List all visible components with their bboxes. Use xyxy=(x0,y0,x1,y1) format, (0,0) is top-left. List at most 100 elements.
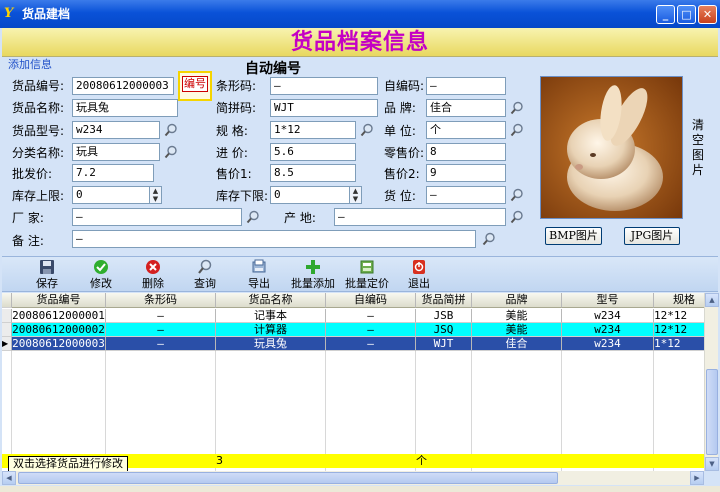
origin-label: 产 地: xyxy=(284,211,316,225)
unit-search-icon[interactable] xyxy=(510,123,524,137)
spec-search-icon[interactable] xyxy=(360,123,374,137)
close-button[interactable]: ✕ xyxy=(698,5,717,24)
wholesale-price-input[interactable]: 7.2 xyxy=(72,164,154,182)
save-button[interactable]: 保存 xyxy=(32,259,62,290)
modify-button[interactable]: 修改 xyxy=(86,259,116,290)
footer-unit: 个 xyxy=(416,454,427,467)
vertical-scrollbar[interactable]: ▲ ▼ xyxy=(704,293,719,471)
vendor-search-icon[interactable] xyxy=(246,210,260,224)
brand-input[interactable]: 佳合 xyxy=(426,99,506,117)
maximize-button[interactable]: □ xyxy=(677,5,696,24)
stock-min-input[interactable]: 0 xyxy=(270,186,350,204)
minimize-button[interactable]: _ xyxy=(656,5,675,24)
table-row[interactable]: 20080612000001 — 记事本 — JSB 美能 w234 12*12 xyxy=(2,309,704,323)
stock-min-stepper[interactable]: ▲ ▼ xyxy=(349,186,362,204)
column-header[interactable]: 型号 xyxy=(562,293,654,308)
row-selector[interactable] xyxy=(2,309,12,323)
tooltip: 双击选择货品进行修改 xyxy=(8,456,128,472)
exit-button[interactable]: 退出 xyxy=(404,259,434,290)
query-button[interactable]: 查询 xyxy=(190,259,220,290)
selfcode-input[interactable]: — xyxy=(426,77,506,95)
batch-price-button[interactable]: 批量定价 xyxy=(342,259,392,290)
vendor-input[interactable]: — xyxy=(72,208,242,226)
scroll-up-icon[interactable]: ▲ xyxy=(705,293,719,307)
add-info-link[interactable]: 添加信息 xyxy=(8,58,52,72)
window-title: 货品建档 xyxy=(22,7,71,21)
spec-label: 规 格: xyxy=(216,124,248,138)
scroll-left-icon[interactable]: ◀ xyxy=(2,471,16,485)
delete-button[interactable]: 删除 xyxy=(138,259,168,290)
origin-input[interactable]: — xyxy=(334,208,506,226)
grid-line xyxy=(11,351,12,471)
shelf-label: 货 位: xyxy=(384,189,416,203)
column-header[interactable]: 货品简拼 xyxy=(416,293,472,308)
origin-search-icon[interactable] xyxy=(510,210,524,224)
scroll-down-icon[interactable]: ▼ xyxy=(705,457,719,471)
table-cell: 记事本 xyxy=(216,309,326,323)
table-cell: w234 xyxy=(562,323,654,337)
code-input[interactable]: 20080612000003 xyxy=(72,77,174,95)
grid-line xyxy=(471,351,472,471)
row-selector[interactable]: ▶ xyxy=(2,337,12,351)
column-header[interactable]: 条形码 xyxy=(106,293,216,308)
table-cell: — xyxy=(106,337,216,351)
table-cell: — xyxy=(326,337,416,351)
auto-code-label: 自动编号 xyxy=(245,61,301,77)
export-button[interactable]: 导出 xyxy=(244,259,274,290)
table-cell: JSB xyxy=(416,309,472,323)
goods-table[interactable]: 货品编号 条形码 货品名称 自编码 货品简拼 品牌 型号 规格 20080612… xyxy=(2,293,704,471)
title-bar[interactable]: 𝒀 货品建档 _ □ ✕ xyxy=(0,0,720,28)
delete-label: 删除 xyxy=(142,277,164,290)
column-header[interactable]: 品牌 xyxy=(472,293,562,308)
table-cell: JSQ xyxy=(416,323,472,337)
column-header[interactable]: 自编码 xyxy=(326,293,416,308)
sale-price2-input[interactable]: 9 xyxy=(426,164,506,182)
horizontal-scrollbar[interactable]: ◀ ▶ xyxy=(2,471,704,485)
toolbar: 保存 修改 删除 查询 导出 批量添加 批量定价 退出 xyxy=(2,256,718,292)
rabbit-image xyxy=(541,77,682,218)
purchase-price-input[interactable]: 5.6 xyxy=(270,143,356,161)
jpg-image-button[interactable]: JPG图片 xyxy=(624,227,680,245)
table-row[interactable]: ▶ 20080612000003 — 玩具兔 — WJT 佳合 w234 1*1… xyxy=(2,337,704,351)
stock-max-stepper[interactable]: ▲ ▼ xyxy=(149,186,162,204)
name-input[interactable]: 玩具兔 xyxy=(72,99,178,117)
column-header[interactable]: 货品编号 xyxy=(12,293,106,308)
export-label: 导出 xyxy=(248,277,270,290)
shelf-search-icon[interactable] xyxy=(510,188,524,202)
category-search-icon[interactable] xyxy=(164,145,178,159)
remark-input[interactable]: — xyxy=(72,230,476,248)
column-header[interactable]: 货品名称 xyxy=(216,293,326,308)
sale-price1-input[interactable]: 8.5 xyxy=(270,164,356,182)
remark-search-icon[interactable] xyxy=(482,232,496,246)
category-input[interactable]: 玩具 xyxy=(72,143,160,161)
unit-input[interactable]: 个 xyxy=(426,121,506,139)
category-label: 分类名称: xyxy=(12,146,65,160)
model-input[interactable]: w234 xyxy=(72,121,160,139)
shelf-input[interactable]: — xyxy=(426,186,506,204)
retail-price-input[interactable]: 8 xyxy=(426,143,506,161)
column-header[interactable]: 规格 xyxy=(654,293,704,308)
batch-add-button[interactable]: 批量添加 xyxy=(288,259,338,290)
model-search-icon[interactable] xyxy=(164,123,178,137)
footer-count: 3 xyxy=(216,454,223,467)
row-selector[interactable] xyxy=(2,323,12,337)
spec-input[interactable]: 1*12 xyxy=(270,121,356,139)
barcode-input[interactable]: — xyxy=(270,77,378,95)
stock-max-input[interactable]: 0 xyxy=(72,186,150,204)
bmp-image-button[interactable]: BMP图片 xyxy=(545,227,602,245)
table-cell: — xyxy=(326,323,416,337)
table-row[interactable]: 20080612000002 — 计算器 — JSQ 美能 w234 12*12 xyxy=(2,323,704,337)
grid-line xyxy=(653,351,654,471)
scroll-right-icon[interactable]: ▶ xyxy=(690,471,704,485)
clear-image-button[interactable]: 清空图片 xyxy=(692,118,708,178)
exit-label: 退出 xyxy=(408,277,430,290)
scroll-thumb[interactable] xyxy=(18,472,558,484)
table-cell: 12*12 xyxy=(654,309,704,323)
model-label: 货品型号: xyxy=(12,124,65,138)
brand-search-icon[interactable] xyxy=(510,101,524,115)
pinyin-input[interactable]: WJT xyxy=(270,99,378,117)
status-bar xyxy=(0,486,720,492)
generate-code-button[interactable]: 编号 xyxy=(178,71,212,101)
scroll-thumb[interactable] xyxy=(706,369,718,455)
table-cell: w234 xyxy=(562,337,654,351)
